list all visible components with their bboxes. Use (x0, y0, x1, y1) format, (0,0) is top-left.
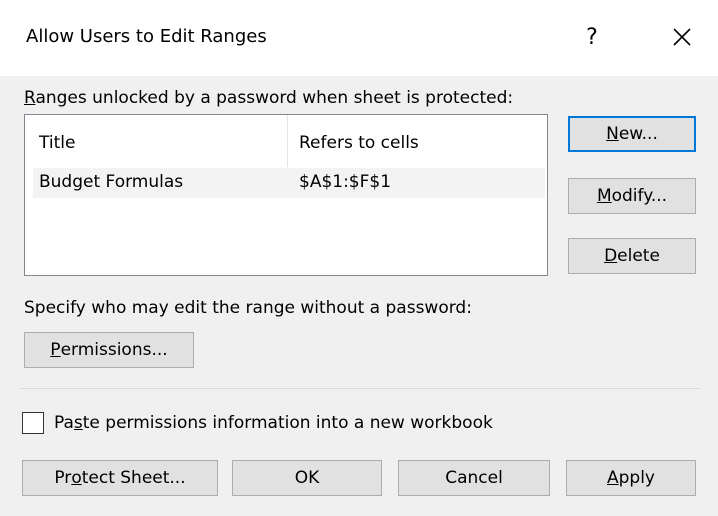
close-button[interactable] (654, 14, 710, 60)
paste-permissions-checkbox[interactable] (22, 412, 44, 434)
column-divider[interactable] (287, 115, 288, 167)
dialog-title: Allow Users to Edit Ranges (26, 26, 267, 47)
protect-sheet-button[interactable]: Pr o tect Sheet... (22, 460, 218, 496)
delete-button[interactable]: Delete (568, 238, 696, 274)
close-icon (673, 28, 691, 46)
ok-button[interactable]: OK (232, 460, 382, 496)
help-button[interactable]: ? (564, 14, 620, 60)
separator (20, 388, 700, 389)
paste-permissions-option[interactable]: Paste permissions information into a new… (22, 410, 493, 436)
column-header-refers-to[interactable]: Refers to cells (299, 133, 419, 153)
list-row[interactable]: Budget Formulas $A$1:$F$1 (33, 168, 545, 198)
range-refers-cell: $A$1:$F$1 (299, 172, 392, 192)
column-header-title[interactable]: Title (39, 133, 75, 153)
list-header: Title Refers to cells (25, 115, 547, 167)
allow-users-edit-ranges-dialog: Allow Users to Edit Ranges ? Ranges unlo… (0, 0, 718, 516)
help-icon: ? (586, 24, 598, 50)
modify-button[interactable]: Modify... (568, 178, 696, 214)
title-bar: Allow Users to Edit Ranges ? (0, 0, 718, 76)
paste-permissions-label[interactable]: Paste permissions information into a new… (54, 413, 493, 433)
ranges-label: Ranges unlocked by a password when sheet… (24, 88, 514, 108)
permissions-label: Specify who may edit the range without a… (24, 298, 472, 318)
ranges-list[interactable]: Title Refers to cells Budget Formulas $A… (24, 114, 548, 276)
range-title-cell: Budget Formulas (39, 172, 184, 192)
cancel-button[interactable]: Cancel (398, 460, 550, 496)
apply-button[interactable]: Apply (566, 460, 696, 496)
new-button[interactable]: New... (568, 116, 696, 152)
permissions-button[interactable]: Permissions... (24, 332, 194, 368)
